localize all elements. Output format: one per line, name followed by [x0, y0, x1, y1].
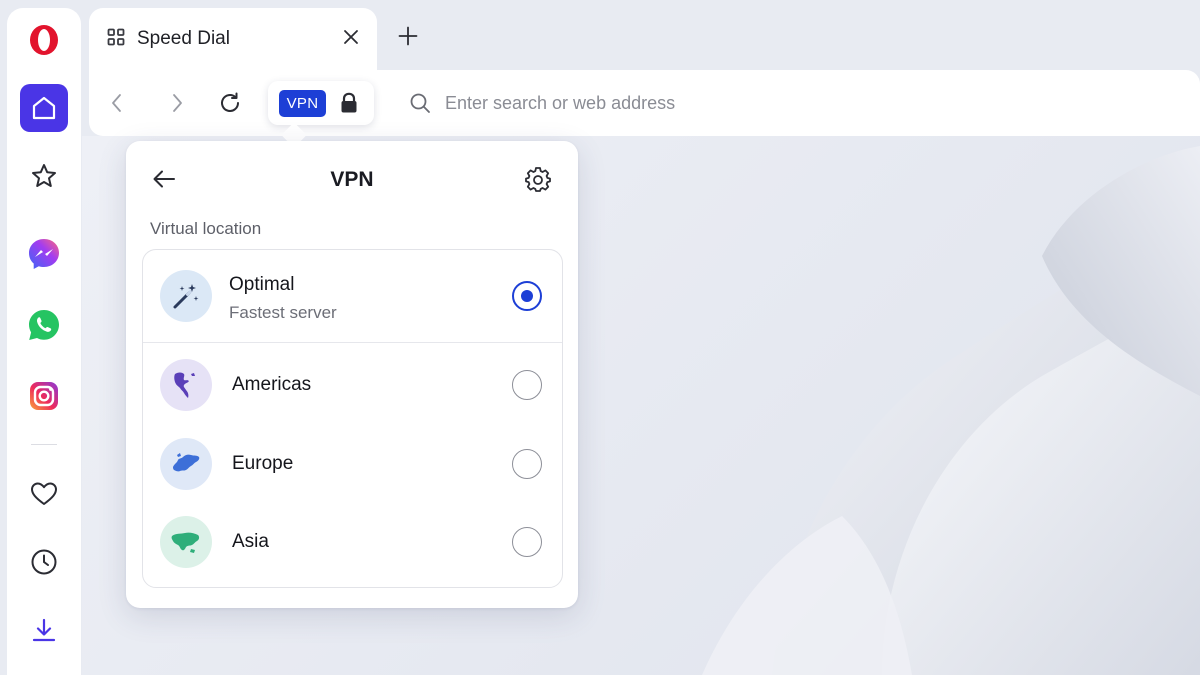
globe-asia-icon [160, 516, 212, 568]
home-icon[interactable] [20, 84, 68, 132]
globe-europe-icon [160, 438, 212, 490]
magic-wand-icon [160, 270, 212, 322]
location-name: Asia [232, 531, 269, 552]
list-divider [143, 342, 562, 343]
instagram-icon[interactable] [20, 372, 68, 420]
vpn-badge[interactable]: VPN [279, 90, 326, 117]
forward-button[interactable] [160, 86, 194, 120]
location-name: Americas [232, 374, 312, 395]
sidebar [7, 8, 81, 675]
whatsapp-icon[interactable] [20, 301, 68, 349]
location-name: Optimal [229, 274, 295, 295]
toolbar: VPN [89, 70, 1200, 136]
radio-optimal[interactable] [512, 281, 542, 311]
tab-title: Speed Dial [137, 28, 230, 49]
back-button[interactable] [100, 86, 134, 120]
sidebar-divider [31, 444, 57, 445]
opera-logo[interactable] [20, 16, 68, 64]
tab-speed-dial[interactable]: Speed Dial [89, 8, 377, 70]
popup-title: VPN [330, 168, 374, 191]
radio-americas[interactable] [512, 370, 542, 400]
location-americas[interactable]: Americas [143, 346, 562, 424]
reload-button[interactable] [213, 86, 247, 120]
close-tab-icon[interactable] [343, 29, 359, 50]
vpn-security-chip[interactable]: VPN [268, 81, 374, 125]
speed-dial-grid-icon [107, 28, 125, 51]
lock-icon [339, 92, 359, 119]
vpn-popup: VPN Virtual location Optimal Fastest ser… [126, 141, 578, 608]
location-list: Optimal Fastest server Americas Europe A… [142, 249, 563, 588]
radio-europe[interactable] [512, 449, 542, 479]
address-input[interactable] [445, 88, 1045, 118]
location-name: Europe [232, 453, 294, 474]
star-icon[interactable] [20, 152, 68, 200]
gear-icon[interactable] [523, 164, 553, 194]
clock-icon[interactable] [20, 538, 68, 586]
heart-icon[interactable] [20, 470, 68, 518]
location-optimal[interactable]: Optimal Fastest server [143, 257, 562, 335]
location-asia[interactable]: Asia [143, 503, 562, 581]
messenger-icon[interactable] [20, 230, 68, 278]
globe-americas-icon [160, 359, 212, 411]
virtual-location-label: Virtual location [150, 219, 262, 238]
download-icon[interactable] [20, 606, 68, 654]
search-icon [409, 92, 431, 119]
location-subtitle: Fastest server [229, 303, 337, 322]
radio-asia[interactable] [512, 527, 542, 557]
location-europe[interactable]: Europe [143, 425, 562, 503]
